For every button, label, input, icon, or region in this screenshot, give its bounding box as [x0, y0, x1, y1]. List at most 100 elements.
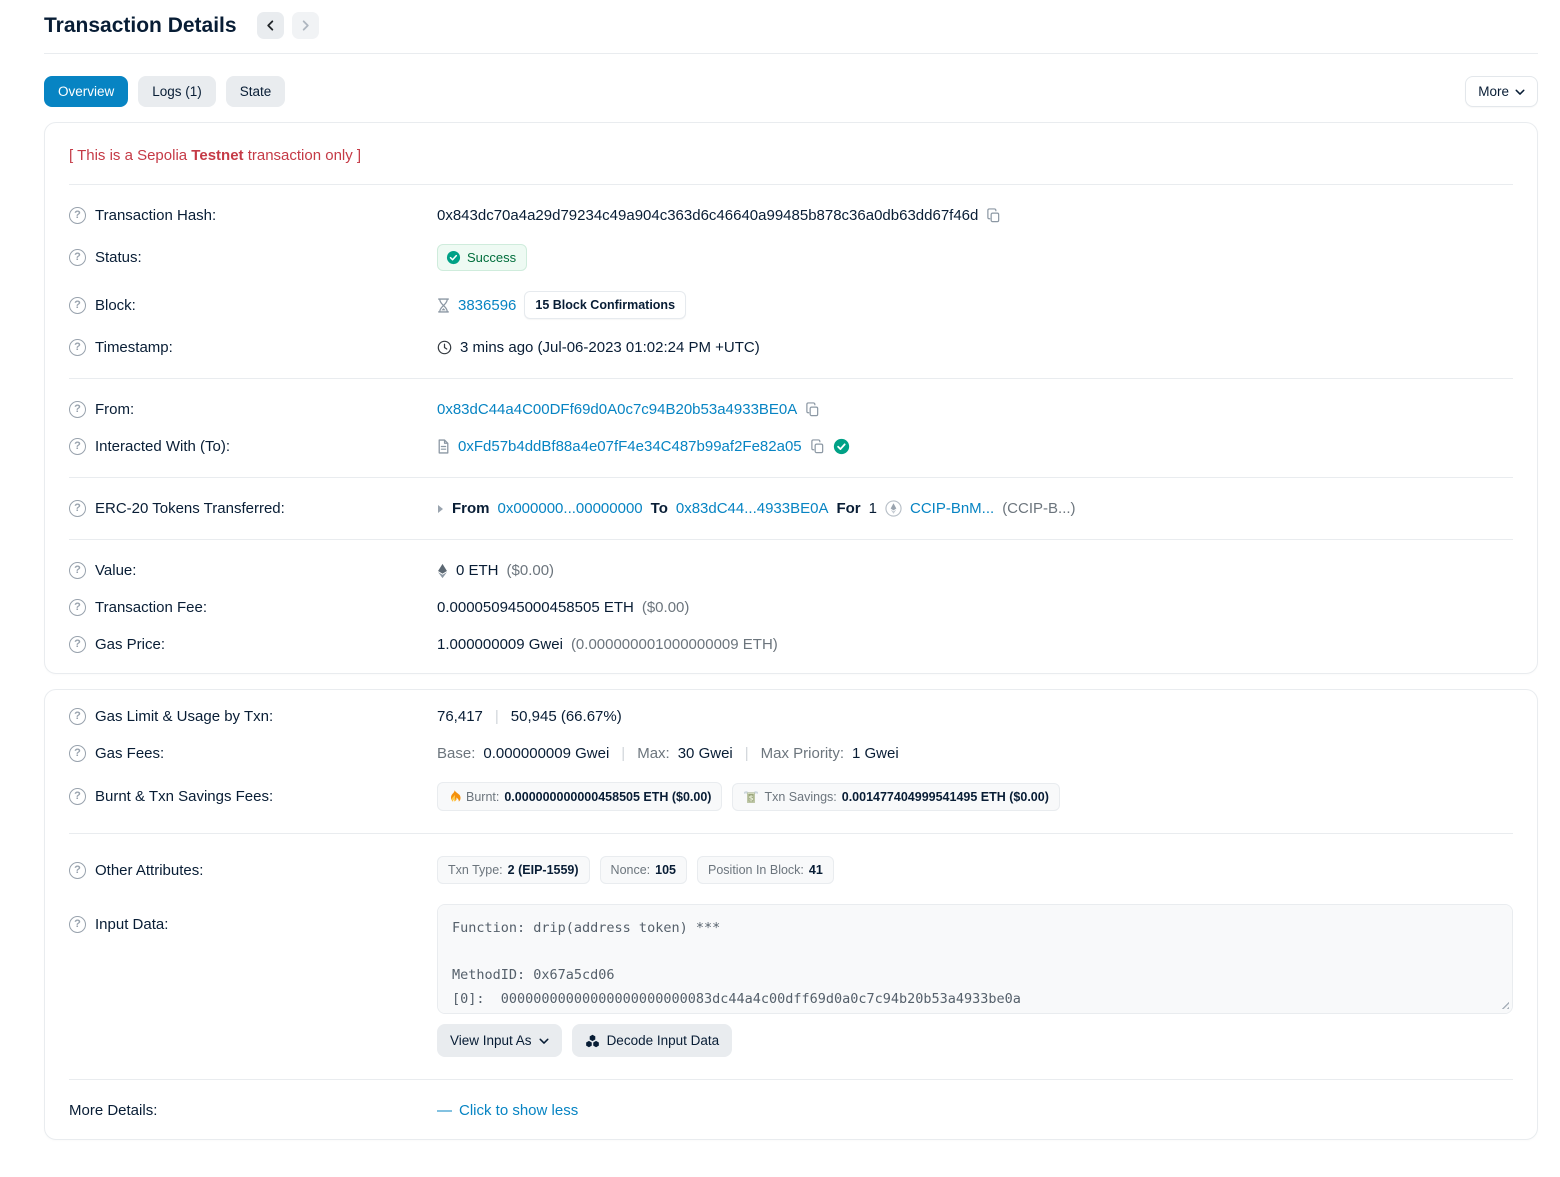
next-txn-button[interactable]: [292, 12, 319, 39]
help-icon: [69, 745, 86, 762]
tabs-row: Overview Logs (1) State More: [44, 76, 1538, 107]
row-input-data: Input Data: Function: drip(address token…: [45, 894, 1537, 1067]
help-icon: [69, 788, 86, 805]
row-from: From: 0x83dC44a4C00DFf69d0A0c7c94B20b53a…: [45, 391, 1537, 428]
row-transaction-hash: Transaction Hash: 0x843dc70a4a29d79234c4…: [45, 197, 1537, 234]
gas-price-eth: (0.000000001000000009 ETH): [571, 636, 778, 653]
row-block: Block: 3836596 15 Block Confirmations: [45, 281, 1537, 329]
minus-icon: —: [437, 1102, 452, 1119]
to-address-link[interactable]: 0xFd57b4ddBf88a4e07fF4e34C487b99af2Fe82a…: [458, 438, 802, 455]
burnt-badge: Burnt: 0.000000000000458505 ETH ($0.00): [437, 782, 722, 811]
page-header: Transaction Details: [44, 6, 1538, 54]
help-icon: [69, 297, 86, 314]
erc20-from-word: From: [452, 500, 490, 517]
status-badge: Success: [437, 244, 527, 271]
divider: [69, 833, 1513, 834]
row-more-details: More Details: — Click to show less: [45, 1092, 1537, 1129]
overview-card: [ This is a Sepolia Testnet transaction …: [44, 122, 1538, 674]
help-icon: [69, 708, 86, 725]
status-label: Status:: [95, 249, 142, 266]
erc20-label: ERC-20 Tokens Transferred:: [95, 500, 285, 517]
divider: [69, 184, 1513, 185]
erc20-from-address-link[interactable]: 0x000000...00000000: [498, 500, 643, 517]
help-icon: [69, 916, 86, 933]
max-fee-label: Max:: [637, 745, 670, 762]
check-circle-icon: [446, 250, 461, 265]
gas-price-amount: 1.000000009 Gwei: [437, 636, 563, 653]
copy-hash-button[interactable]: [986, 208, 1001, 223]
base-fee-value: 0.000000009 Gwei: [483, 745, 609, 762]
help-icon: [69, 862, 86, 879]
show-less-link[interactable]: — Click to show less: [437, 1102, 578, 1119]
chevron-down-icon: [539, 1036, 549, 1046]
hourglass-icon: [437, 298, 450, 313]
divider: [69, 1079, 1513, 1080]
help-icon: [69, 599, 86, 616]
from-label: From:: [95, 401, 134, 418]
burnt-value: 0.000000000000458505 ETH ($0.00): [504, 790, 711, 804]
separator: |: [745, 745, 749, 762]
erc20-to-address-link[interactable]: 0x83dC44...4933BE0A: [676, 500, 829, 517]
erc20-token-symbol: (CCIP-B...): [1002, 500, 1075, 517]
tab-overview[interactable]: Overview: [44, 76, 128, 107]
row-burnt-savings: Burnt & Txn Savings Fees: Burnt: 0.00000…: [45, 772, 1537, 821]
txn-savings-badge: $ Txn Savings: 0.001477404999541495 ETH …: [732, 783, 1059, 811]
separator: |: [621, 745, 625, 762]
erc20-amount: 1: [869, 500, 877, 517]
copy-icon: [810, 439, 825, 454]
from-address-link[interactable]: 0x83dC44a4C00DFf69d0A0c7c94B20b53a4933BE…: [437, 401, 797, 418]
gas-price-label: Gas Price:: [95, 636, 165, 653]
block-number-link[interactable]: 3836596: [458, 297, 516, 314]
max-priority-value: 1 Gwei: [852, 745, 899, 762]
separator: |: [495, 708, 499, 725]
erc20-token-name-link[interactable]: CCIP-BnM...: [910, 500, 994, 517]
previous-txn-button[interactable]: [257, 12, 284, 39]
row-value: Value: 0 ETH ($0.00): [45, 552, 1537, 589]
burnt-savings-label: Burnt & Txn Savings Fees:: [95, 788, 273, 805]
value-usd: ($0.00): [507, 562, 555, 579]
details-card: Gas Limit & Usage by Txn: 76,417 | 50,94…: [44, 689, 1538, 1140]
txn-savings-label: Txn Savings:: [764, 790, 836, 804]
input-data-textarea[interactable]: Function: drip(address token) *** Method…: [437, 904, 1513, 1014]
copy-icon: [805, 402, 820, 417]
max-fee-value: 30 Gwei: [678, 745, 733, 762]
timestamp-value: 3 mins ago (Jul-06-2023 01:02:24 PM +UTC…: [460, 339, 760, 356]
caret-right-icon: [437, 504, 444, 514]
txn-savings-value: 0.001477404999541495 ETH ($0.00): [842, 790, 1049, 804]
tab-state[interactable]: State: [226, 76, 286, 107]
decode-input-data-button[interactable]: Decode Input Data: [572, 1024, 733, 1057]
gas-limit-label: Gas Limit & Usage by Txn:: [95, 708, 273, 725]
row-gas-price: Gas Price: 1.000000009 Gwei (0.000000001…: [45, 626, 1537, 663]
view-input-as-button[interactable]: View Input As: [437, 1024, 562, 1057]
help-icon: [69, 500, 86, 517]
ethereum-icon: [437, 563, 448, 579]
input-data-label: Input Data:: [95, 916, 168, 933]
verified-check-icon: [833, 438, 850, 455]
chevron-right-icon: [300, 20, 311, 31]
contract-document-icon: [437, 439, 450, 454]
help-icon: [69, 207, 86, 224]
help-icon: [69, 636, 86, 653]
interacted-with-label: Interacted With (To):: [95, 438, 230, 455]
more-label: More: [1478, 84, 1509, 99]
status-value: Success: [467, 250, 516, 265]
row-gas-limit: Gas Limit & Usage by Txn: 76,417 | 50,94…: [45, 698, 1537, 735]
testnet-warning: [ This is a Sepolia Testnet transaction …: [45, 131, 1537, 172]
chevron-down-icon: [1515, 87, 1525, 97]
copy-to-address-button[interactable]: [810, 439, 825, 454]
erc20-for-word: For: [836, 500, 860, 517]
erc20-to-word: To: [651, 500, 668, 517]
more-dropdown-button[interactable]: More: [1465, 76, 1538, 107]
gas-limit-value: 76,417: [437, 708, 483, 725]
tab-logs[interactable]: Logs (1): [138, 76, 216, 107]
copy-from-address-button[interactable]: [805, 402, 820, 417]
help-icon: [69, 562, 86, 579]
help-icon: [69, 438, 86, 455]
divider: [69, 539, 1513, 540]
burnt-label: Burnt:: [466, 790, 499, 804]
page-title: Transaction Details: [44, 14, 237, 38]
transaction-fee-amount: 0.000050945000458505 ETH: [437, 599, 634, 616]
tab-list: Overview Logs (1) State: [44, 76, 285, 107]
other-attributes-label: Other Attributes:: [95, 862, 203, 879]
row-transaction-fee: Transaction Fee: 0.000050945000458505 ET…: [45, 589, 1537, 626]
